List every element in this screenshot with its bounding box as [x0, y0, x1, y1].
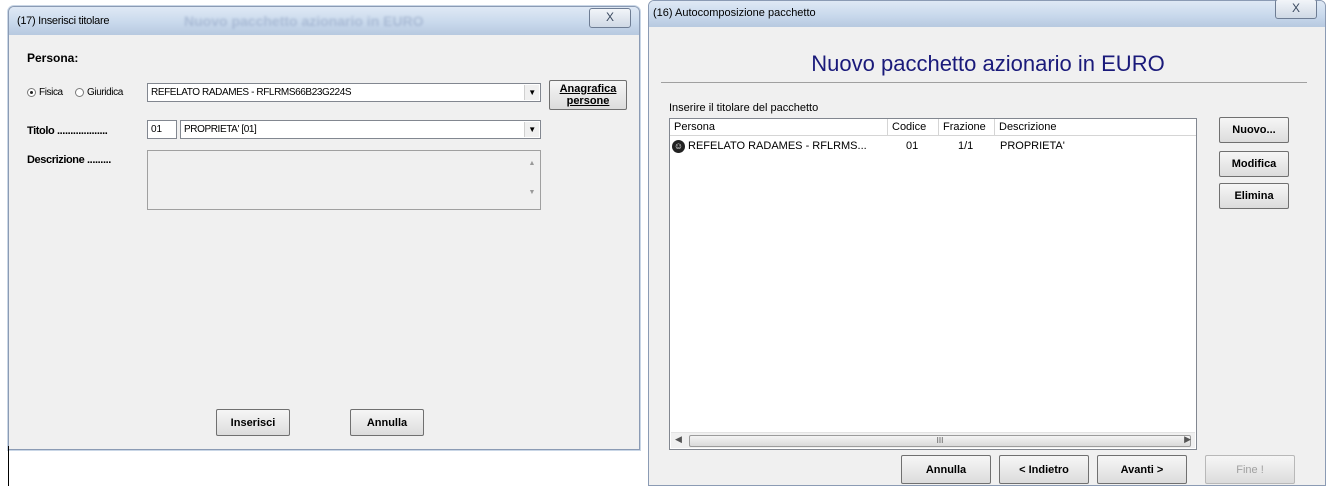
inserisci-titolare-dialog: (17) Inserisci titolare Nuovo pacchetto … — [8, 6, 640, 450]
scroll-thumb[interactable]: III — [689, 435, 1191, 447]
page-title: Nuovo pacchetto azionario in EURO — [811, 51, 1165, 76]
scroll-right-icon[interactable]: ▶ — [1184, 434, 1191, 445]
elimina-button[interactable]: Elimina — [1219, 183, 1289, 209]
close-icon: X — [1291, 1, 1300, 15]
elimina-label: Elimina — [1234, 190, 1274, 202]
annulla-label: Annulla — [366, 416, 408, 429]
nuovo-label: Nuovo... — [1232, 124, 1276, 136]
dialog-title: (17) Inserisci titolare — [17, 15, 110, 27]
dialog-body: Nuovo pacchetto azionario in EURO Inseri… — [657, 27, 1319, 485]
anagrafica-persone-button[interactable]: Anagrafica persone — [549, 80, 627, 110]
dialog-title: (16) Autocomposizione pacchetto — [653, 7, 816, 19]
radio-fisica[interactable]: Fisica — [27, 87, 63, 98]
scroll-down-icon: ▼ — [528, 189, 536, 196]
close-button[interactable]: X — [589, 8, 631, 28]
persona-label: Persona: — [27, 51, 79, 65]
inserisci-label: Inserisci — [230, 416, 276, 429]
autocomposizione-dialog: (16) Autocomposizione pacchetto X Nuovo … — [648, 0, 1326, 486]
modifica-button[interactable]: Modifica — [1219, 151, 1289, 177]
column-descrizione[interactable]: Descrizione — [995, 119, 1196, 136]
fine-label: Fine ! — [1236, 463, 1264, 476]
titolo-code-value: 01 — [151, 124, 163, 135]
titolo-select-value: PROPRIETA' [01] — [184, 124, 257, 135]
separator — [661, 82, 1307, 83]
annulla-button[interactable]: Annulla — [901, 455, 991, 484]
titolo-select[interactable]: PROPRIETA' [01] ▼ — [180, 120, 541, 139]
title-bar: (17) Inserisci titolare Nuovo pacchetto … — [9, 7, 639, 35]
indietro-button[interactable]: < Indietro — [999, 455, 1089, 484]
chevron-down-icon: ▼ — [524, 85, 539, 100]
descrizione-label: Descrizione ......... — [27, 154, 111, 166]
dialog-body: Persona: Fisica Giuridica REFELATO RADAM… — [17, 35, 631, 441]
column-persona[interactable]: Persona — [670, 119, 888, 136]
scroll-grip-icon: III — [936, 436, 944, 445]
title-bar: (16) Autocomposizione pacchetto X — [649, 0, 1325, 27]
fine-button[interactable]: Fine ! — [1205, 455, 1295, 484]
vertical-scrollbar[interactable]: ▲ ▼ — [525, 152, 539, 208]
column-frazione[interactable]: Frazione — [939, 119, 995, 136]
nuovo-button[interactable]: Nuovo... — [1219, 117, 1289, 143]
row-descrizione: PROPRIETA' — [1000, 140, 1065, 152]
titolari-list[interactable]: Persona Codice Frazione Descrizione ☺ RE… — [669, 118, 1197, 450]
anagrafica-line1: Anagrafica — [559, 83, 617, 95]
radio-selected-icon — [27, 88, 36, 97]
scroll-left-icon[interactable]: ◀ — [675, 434, 682, 445]
person-icon: ☺ — [672, 139, 685, 153]
avanti-label: Avanti > — [1120, 463, 1164, 476]
divider — [8, 446, 9, 486]
persona-select[interactable]: REFELATO RADAMES - RFLRMS66B23G224S ▼ — [147, 83, 541, 102]
horizontal-scrollbar[interactable]: ◀ III ▶ — [671, 432, 1195, 448]
row-frazione: 1/1 — [958, 140, 974, 152]
scroll-up-icon: ▲ — [528, 160, 536, 167]
annulla-label: Annulla — [925, 463, 967, 476]
radio-giuridica[interactable]: Giuridica — [75, 87, 123, 98]
persona-select-value: REFELATO RADAMES - RFLRMS66B23G224S — [151, 87, 352, 98]
titolo-code-field[interactable]: 01 — [147, 120, 177, 139]
radio-fisica-label: Fisica — [39, 87, 63, 98]
close-button[interactable]: X — [1275, 0, 1317, 19]
descrizione-textarea[interactable]: ▲ ▼ — [147, 150, 541, 210]
close-icon: X — [605, 10, 614, 24]
inserisci-button[interactable]: Inserisci — [216, 409, 290, 436]
radio-unselected-icon — [75, 88, 84, 97]
row-codice: 01 — [906, 140, 919, 152]
background-window-title: Nuovo pacchetto azionario in EURO — [184, 13, 424, 29]
list-row[interactable]: ☺ REFELATO RADAMES - RFLRMS... 01 1/1 PR… — [670, 138, 1196, 154]
anagrafica-line2: persone — [566, 95, 610, 107]
list-header: Persona Codice Frazione Descrizione — [670, 119, 1196, 136]
instruction-text: Inserire il titolare del pacchetto — [669, 102, 819, 114]
titolo-label: Titolo ................... — [27, 125, 108, 137]
radio-giuridica-label: Giuridica — [87, 87, 123, 98]
annulla-button[interactable]: Annulla — [350, 409, 424, 436]
column-codice[interactable]: Codice — [888, 119, 939, 136]
row-persona: REFELATO RADAMES - RFLRMS... — [688, 140, 867, 152]
chevron-down-icon: ▼ — [524, 122, 539, 137]
avanti-button[interactable]: Avanti > — [1097, 455, 1187, 484]
indietro-label: < Indietro — [1019, 463, 1069, 476]
modifica-label: Modifica — [1231, 158, 1277, 170]
